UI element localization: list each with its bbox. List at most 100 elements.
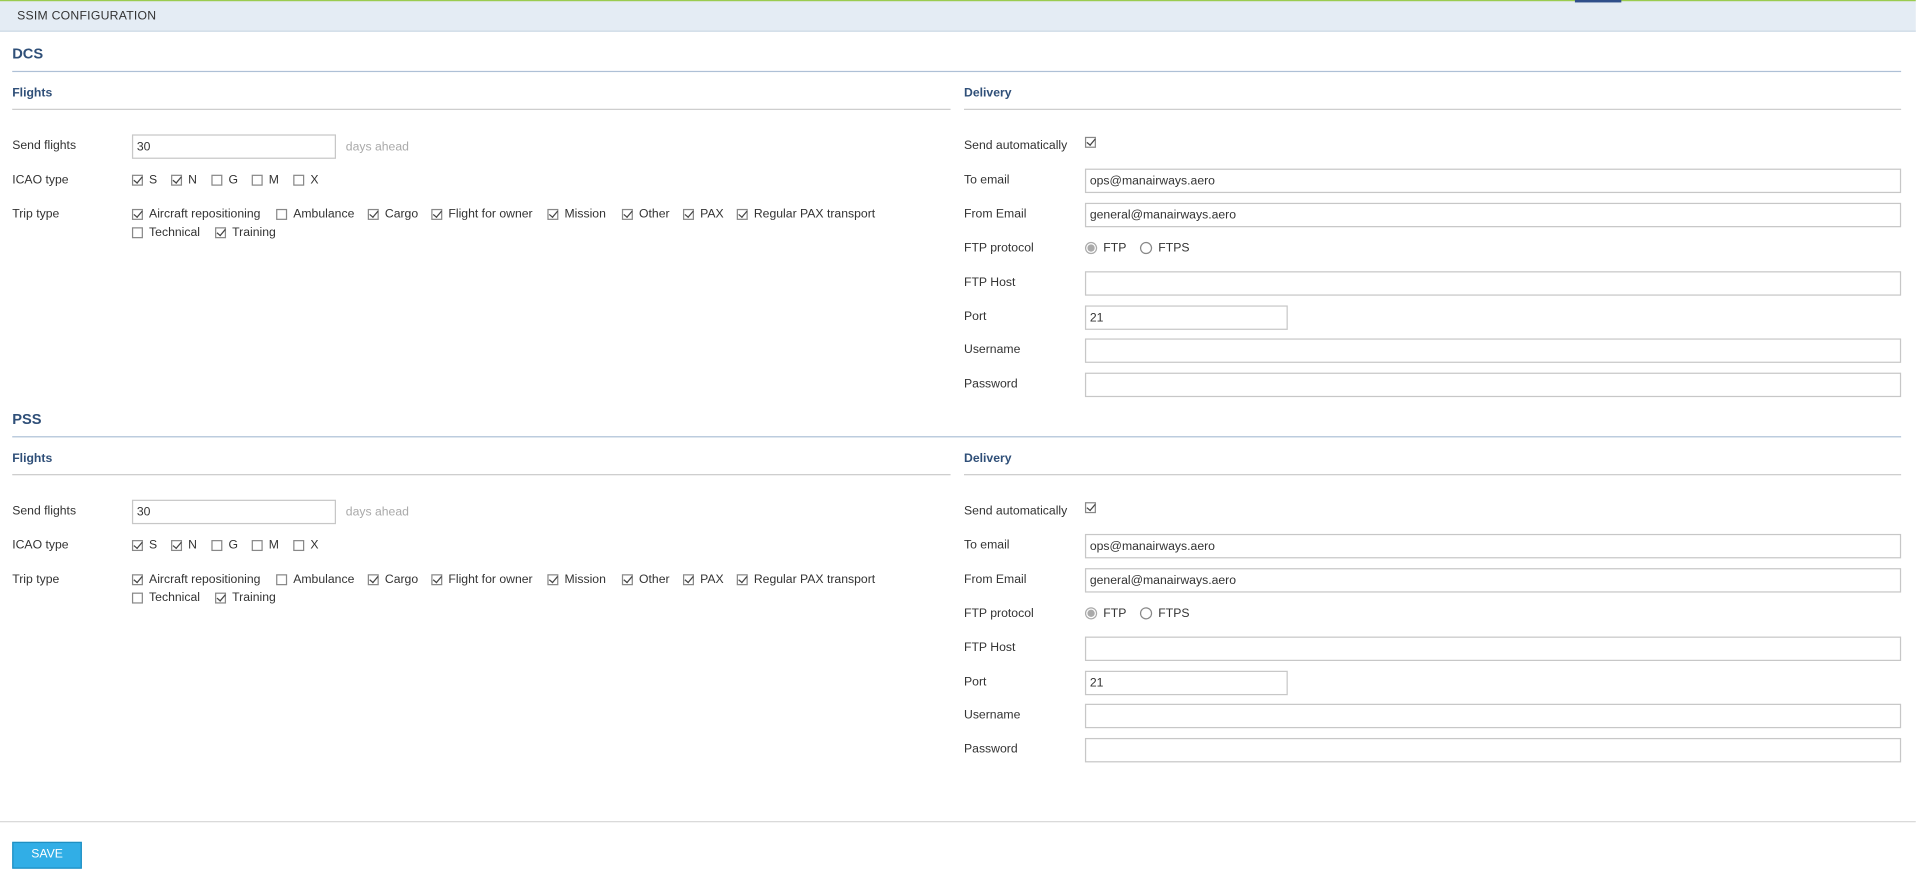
dcs-ftp-radio[interactable]: FTP (1084, 241, 1127, 256)
pss-send-flights-input[interactable] (131, 499, 336, 525)
pss-send-automatically-box[interactable] (1084, 501, 1096, 513)
save-button[interactable]: SAVE (12, 841, 82, 869)
pss-trip-flight-for-owner-checkbox-box[interactable] (431, 573, 443, 585)
pss-trip-pax-checkbox[interactable]: PAX (682, 572, 724, 587)
dcs-trip-aircraft-repositioning-checkbox[interactable]: Aircraft repositioning (131, 206, 260, 221)
pss-ftps-radio-label: FTPS (1158, 606, 1190, 621)
dcs-send-automatically-checkbox[interactable] (1084, 134, 1102, 149)
pss-ftps-radio[interactable]: FTPS (1139, 606, 1190, 621)
dcs-icao-n-checkbox-box[interactable] (171, 174, 183, 186)
dcs-trip-cargo-checkbox[interactable]: Cargo (367, 206, 418, 221)
pss-icao-n-checkbox-box[interactable] (171, 539, 183, 551)
pss-port-label: Port (964, 675, 987, 690)
dcs-trip-technical-checkbox-box[interactable] (131, 226, 143, 238)
pss-port-input[interactable] (1084, 670, 1288, 696)
dcs-ftp-host-input[interactable] (1084, 271, 1902, 296)
pss-icao-g-checkbox[interactable]: G (211, 538, 238, 553)
pss-icao-m-checkbox-box[interactable] (251, 539, 263, 551)
dcs-icao-g-checkbox-box[interactable] (211, 174, 223, 186)
pss-ftp-host-input[interactable] (1084, 636, 1902, 661)
dcs-trip-regular-pax-transport-checkbox[interactable]: Regular PAX transport (736, 206, 875, 221)
pss-icao-n-checkbox[interactable]: N (171, 538, 197, 553)
pss-password-input[interactable] (1084, 737, 1902, 763)
dcs-trip-flight-for-owner-checkbox[interactable]: Flight for owner (431, 206, 533, 221)
pss-icao-m-checkbox[interactable]: M (251, 538, 279, 553)
dcs-trip-pax-checkbox[interactable]: PAX (682, 206, 724, 221)
dcs-ftps-radio-label: FTPS (1158, 241, 1190, 255)
dcs-trip-other-checkbox[interactable]: Other (621, 206, 670, 221)
pss-ftp-radio-label: FTP (1103, 606, 1127, 621)
pss-icao-x-checkbox[interactable]: X (293, 538, 318, 553)
dcs-send-automatically-box[interactable] (1084, 136, 1096, 148)
dcs-icao-s-checkbox[interactable]: S (131, 172, 157, 187)
pss-trip-regular-pax-transport-checkbox[interactable]: Regular PAX transport (736, 572, 875, 587)
dcs-trip-other-checkbox-box[interactable] (621, 208, 633, 220)
pss-trip-training-checkbox-label: Training (232, 590, 276, 605)
pss-trip-aircraft-repositioning-checkbox-box[interactable] (131, 573, 143, 585)
pss-trip-ambulance-checkbox[interactable]: Ambulance (276, 572, 354, 587)
dcs-trip-aircraft-repositioning-checkbox-box[interactable] (131, 208, 143, 220)
dcs-icao-x-checkbox-box[interactable] (293, 174, 305, 186)
dcs-icao-m-checkbox[interactable]: M (251, 172, 279, 187)
pss-ftps-radio-circle[interactable] (1139, 607, 1153, 620)
pss-to-email-label: To email (964, 538, 1010, 553)
pss-ftp-radio-circle[interactable] (1084, 607, 1098, 620)
dcs-send-flights-input[interactable] (131, 134, 336, 159)
pss-trip-training-checkbox[interactable]: Training (215, 590, 276, 605)
dcs-trip-mission-checkbox[interactable]: Mission (547, 206, 606, 221)
dcs-trip-cargo-checkbox-box[interactable] (367, 208, 379, 220)
dcs-icao-x-checkbox[interactable]: X (293, 172, 318, 187)
pss-icao-s-checkbox[interactable]: S (131, 538, 157, 553)
dcs-ftps-radio-circle[interactable] (1139, 241, 1153, 255)
pss-trip-mission-checkbox[interactable]: Mission (547, 572, 606, 587)
pss-trip-regular-pax-transport-checkbox-box[interactable] (736, 573, 748, 585)
dcs-trip-training-checkbox-box[interactable] (215, 226, 227, 238)
pss-to-email-input[interactable] (1084, 533, 1902, 559)
dcs-trip-technical-checkbox[interactable]: Technical (131, 225, 200, 240)
pss-trip-aircraft-repositioning-checkbox[interactable]: Aircraft repositioning (131, 572, 260, 587)
pss-trip-pax-checkbox-box[interactable] (682, 573, 694, 585)
pss-username-label: Username (964, 708, 1021, 723)
dcs-trip-ambulance-checkbox-box[interactable] (276, 208, 288, 220)
pss-trip-training-checkbox-box[interactable] (215, 591, 227, 603)
pss-send-automatically-checkbox[interactable] (1084, 500, 1102, 515)
pss-trip-cargo-checkbox-box[interactable] (367, 573, 379, 585)
dcs-trip-pax-checkbox-box[interactable] (682, 208, 694, 220)
pss-icao-g-checkbox-box[interactable] (211, 539, 223, 551)
dcs-ftp-radio-circle[interactable] (1084, 241, 1098, 255)
pss-trip-technical-checkbox-box[interactable] (131, 591, 143, 603)
dcs-trip-mission-checkbox-box[interactable] (547, 208, 559, 220)
dcs-username-input[interactable] (1084, 338, 1902, 363)
dcs-ftps-radio[interactable]: FTPS (1139, 241, 1190, 256)
dcs-ftp-radio-label: FTP (1103, 241, 1127, 255)
pss-trip-other-checkbox[interactable]: Other (621, 572, 670, 587)
dcs-icao-m-checkbox-box[interactable] (251, 174, 263, 186)
pss-trip-other-checkbox-box[interactable] (621, 573, 633, 585)
pss-ftp-protocol-label: FTP protocol (964, 607, 1034, 621)
pss-trip-technical-checkbox[interactable]: Technical (131, 590, 200, 605)
pss-trip-flight-for-owner-checkbox[interactable]: Flight for owner (431, 572, 533, 587)
pss-icao-x-checkbox-box[interactable] (293, 539, 305, 551)
dcs-trip-training-checkbox[interactable]: Training (215, 225, 276, 240)
dcs-trip-ambulance-checkbox[interactable]: Ambulance (276, 206, 354, 221)
pss-trip-cargo-checkbox[interactable]: Cargo (367, 572, 418, 587)
dcs-icao-s-checkbox-box[interactable] (131, 174, 143, 186)
dcs-icao-n-checkbox[interactable]: N (171, 172, 197, 187)
dcs-port-input[interactable] (1084, 305, 1288, 330)
dcs-icao-g-checkbox[interactable]: G (211, 172, 238, 187)
dcs-send-flights-label: Send flights (12, 139, 77, 153)
dcs-trip-flight-for-owner-checkbox-label: Flight for owner (448, 207, 533, 221)
pss-from-email-input[interactable] (1084, 568, 1902, 593)
dcs-to-email-input[interactable] (1084, 168, 1902, 194)
pss-trip-ambulance-checkbox-box[interactable] (276, 573, 288, 585)
pss-ftp-radio[interactable]: FTP (1084, 606, 1127, 621)
dcs-days-ahead-text: days ahead (345, 140, 409, 154)
pss-icao-s-checkbox-box[interactable] (131, 539, 143, 551)
dcs-from-email-input[interactable] (1084, 202, 1902, 228)
pss-trip-mission-checkbox-label: Mission (564, 572, 606, 586)
dcs-password-input[interactable] (1084, 372, 1902, 398)
dcs-trip-flight-for-owner-checkbox-box[interactable] (431, 208, 443, 220)
pss-username-input[interactable] (1084, 703, 1902, 729)
pss-trip-mission-checkbox-box[interactable] (547, 573, 559, 585)
dcs-trip-regular-pax-transport-checkbox-box[interactable] (736, 208, 748, 220)
